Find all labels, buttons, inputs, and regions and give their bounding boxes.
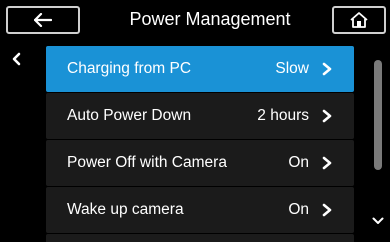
settings-list: Charging from PC Slow Auto Power Down 2 … (46, 46, 354, 242)
menu-item-wake-up-camera[interactable]: Wake up camera On (46, 187, 354, 233)
chevron-left-icon (12, 52, 21, 66)
menu-item-value: On (288, 154, 309, 171)
menu-item-auto-power-down[interactable]: Auto Power Down 2 hours (46, 93, 354, 139)
back-button[interactable] (6, 6, 80, 34)
chevron-right-icon (322, 203, 332, 217)
menu-item-charging-from-pc[interactable]: Charging from PC Slow (46, 46, 354, 92)
page-title: Power Management (129, 9, 291, 29)
menu-item-next-partial[interactable] (46, 234, 354, 242)
menu-item-power-off-with-camera[interactable]: Power Off with Camera On (46, 140, 354, 186)
chevron-down-icon (372, 217, 384, 224)
header-bar: Power Management (0, 0, 390, 38)
chevron-right-icon (322, 109, 332, 123)
menu-item-value: 2 hours (257, 107, 309, 124)
home-button[interactable] (332, 6, 386, 34)
chevron-right-icon (322, 62, 332, 76)
menu-item-label: Power Off with Camera (67, 154, 227, 171)
menu-item-value: Slow (275, 60, 309, 77)
scrollbar[interactable] (374, 60, 382, 170)
home-icon (350, 12, 368, 28)
menu-item-label: Wake up camera (67, 201, 184, 218)
menu-item-value: On (288, 201, 309, 218)
menu-item-label: Charging from PC (67, 60, 192, 77)
side-back-button[interactable] (6, 44, 28, 74)
chevron-right-icon (322, 156, 332, 170)
back-arrow-icon (34, 13, 52, 27)
menu-item-label: Auto Power Down (67, 107, 192, 124)
scroll-down-button[interactable] (370, 214, 386, 228)
